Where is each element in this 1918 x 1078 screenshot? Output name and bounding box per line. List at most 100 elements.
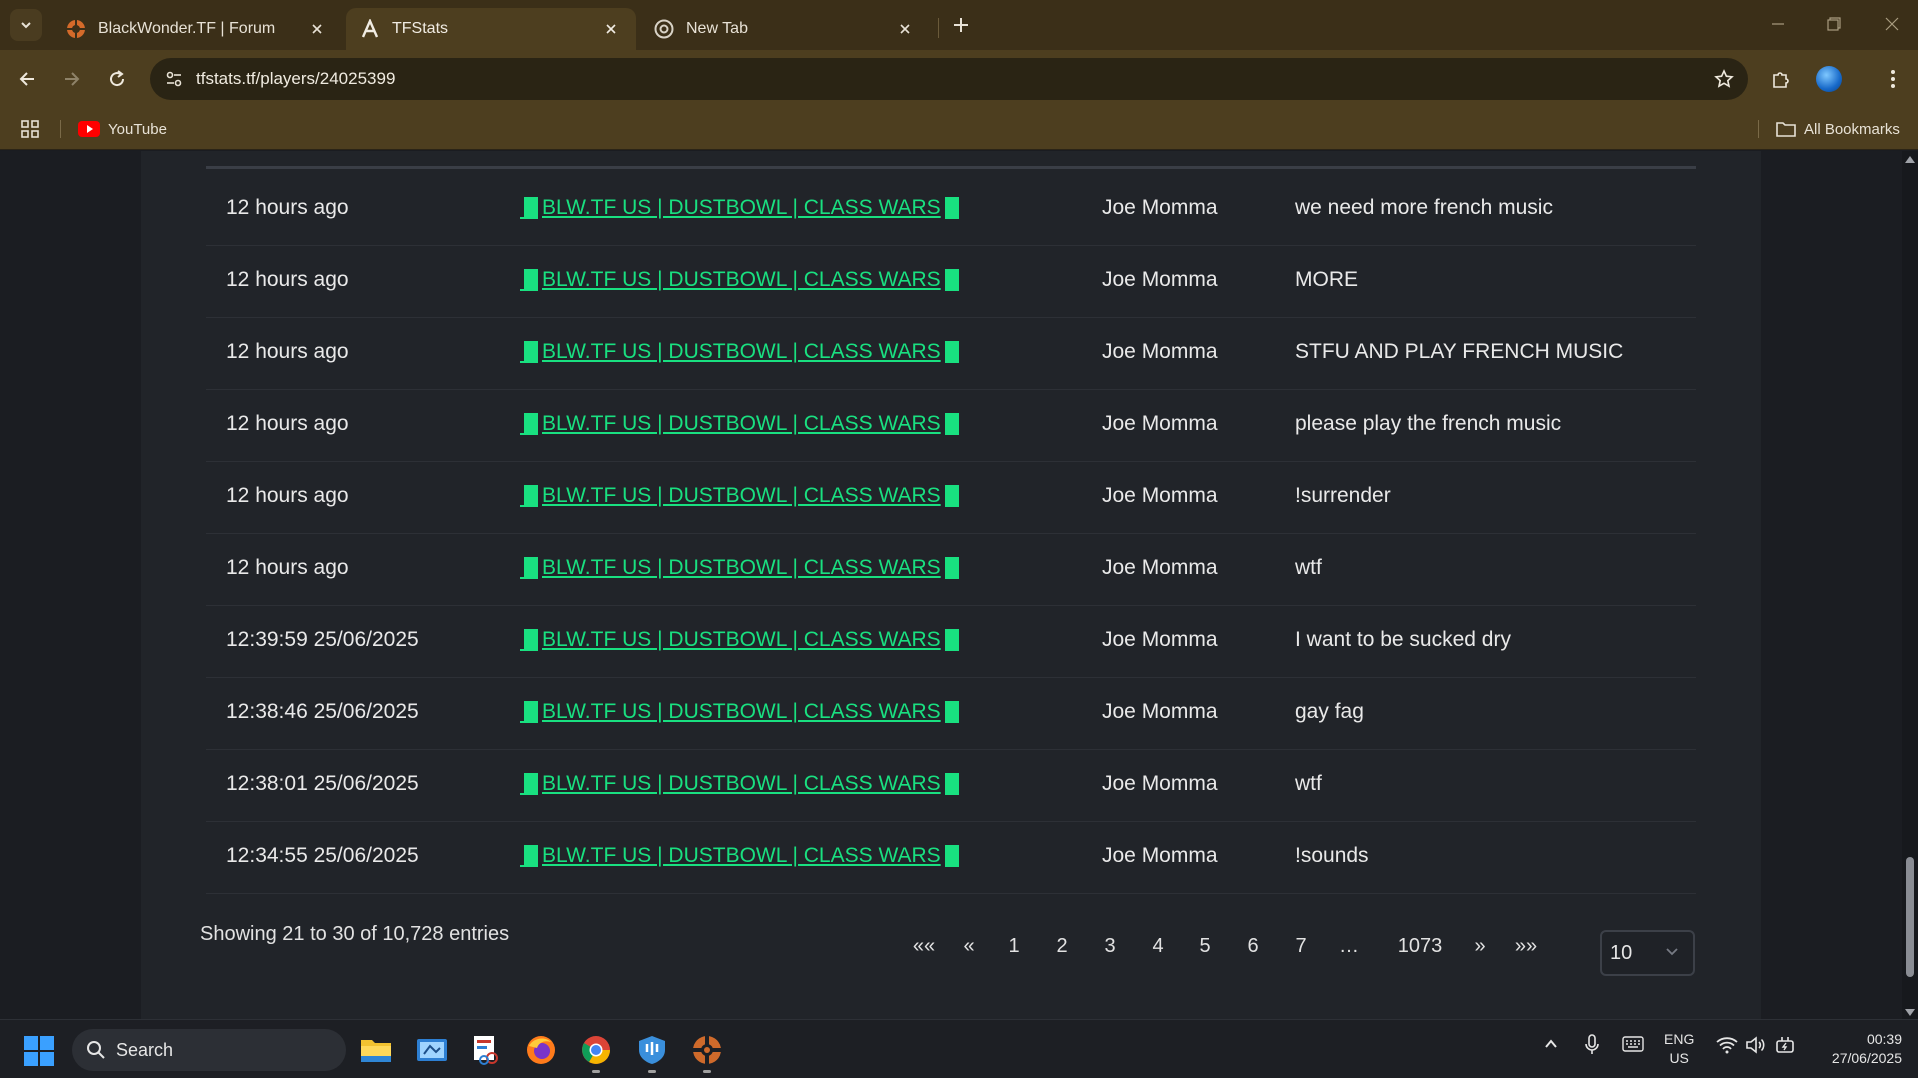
server-link[interactable]: BLW.TF US | DUSTBOWL | CLASS WARS — [520, 844, 959, 868]
server-prefix-block — [524, 557, 538, 579]
server-link[interactable]: BLW.TF US | DUSTBOWL | CLASS WARS — [520, 556, 959, 580]
page-button-4[interactable]: 4 — [1140, 929, 1176, 963]
snipping-tool-icon[interactable] — [466, 1030, 506, 1070]
tab-tfstats[interactable]: TFStats — [346, 8, 636, 50]
puzzle-icon — [1773, 72, 1789, 88]
first-page-button[interactable]: «« — [904, 929, 944, 963]
page-scrollbar[interactable] — [1902, 151, 1918, 1019]
player-name[interactable]: Joe Momma — [1102, 556, 1218, 580]
lang-code: ENG — [1664, 1031, 1695, 1047]
address-bar[interactable]: tfstats.tf/players/24025399 — [150, 58, 1748, 100]
new-tab-button[interactable] — [946, 10, 976, 40]
next-page-button[interactable]: » — [1465, 929, 1495, 963]
profile-button[interactable] — [1812, 62, 1846, 96]
chat-message: gay fag — [1295, 700, 1364, 723]
server-name: BLW.TF US | DUSTBOWL | CLASS WARS — [542, 268, 941, 291]
player-name[interactable]: Joe Momma — [1102, 412, 1218, 436]
wifi-icon[interactable] — [1716, 1036, 1738, 1054]
chat-message: !surrender — [1295, 484, 1391, 507]
file-explorer-icon[interactable] — [356, 1030, 396, 1070]
page-button-6[interactable]: 6 — [1235, 929, 1271, 963]
player-name[interactable]: Joe Momma — [1102, 484, 1218, 508]
close-tab-icon[interactable] — [600, 18, 622, 40]
player-name[interactable]: Joe Momma — [1102, 268, 1218, 292]
input-language-indicator[interactable]: ENG US — [1664, 1030, 1694, 1068]
chrome-taskbar-icon[interactable] — [576, 1030, 616, 1073]
close-tab-icon[interactable] — [894, 18, 916, 40]
page-button-5[interactable]: 5 — [1187, 929, 1223, 963]
tab-blackwonder-forum[interactable]: BlackWonder.TF | Forum — [52, 8, 342, 50]
per-page-select[interactable]: 10 — [1600, 930, 1695, 976]
server-prefix-block — [524, 845, 538, 867]
tab-new-tab[interactable]: New Tab — [640, 8, 930, 50]
page-button-3[interactable]: 3 — [1092, 929, 1128, 963]
player-name[interactable]: Joe Momma — [1102, 340, 1218, 364]
player-name[interactable]: Joe Momma — [1102, 628, 1218, 652]
server-name: BLW.TF US | DUSTBOWL | CLASS WARS — [542, 340, 941, 363]
row-timestamp: 12:34:55 25/06/2025 — [226, 844, 419, 867]
url-text: tfstats.tf/players/24025399 — [196, 69, 396, 88]
tab-title: New Tab — [686, 20, 748, 37]
page-button-7[interactable]: 7 — [1283, 929, 1319, 963]
forward-button[interactable] — [55, 62, 89, 96]
scrollbar-thumb[interactable] — [1906, 857, 1914, 977]
last-page-button[interactable]: »» — [1506, 929, 1546, 963]
player-name[interactable]: Joe Momma — [1102, 196, 1218, 220]
control-panel-icon[interactable] — [412, 1030, 452, 1070]
apps-button[interactable] — [20, 116, 40, 142]
windows-start-icon[interactable] — [24, 1036, 54, 1066]
show-hidden-icons-button[interactable] — [1543, 1036, 1559, 1052]
close-tab-icon[interactable] — [306, 18, 328, 40]
minimize-button[interactable] — [1758, 10, 1798, 38]
bookmark-label: All Bookmarks — [1804, 120, 1900, 138]
server-name: BLW.TF US | DUSTBOWL | CLASS WARS — [542, 556, 941, 579]
bookmark-youtube[interactable]: YouTube — [78, 116, 167, 142]
youtube-icon — [78, 121, 100, 137]
server-suffix-block — [944, 269, 959, 291]
page-button-2[interactable]: 2 — [1044, 929, 1080, 963]
site-info-icon[interactable] — [162, 67, 186, 91]
system-clock[interactable]: 00:39 27/06/2025 — [1810, 1030, 1902, 1068]
reload-button[interactable] — [100, 62, 134, 96]
server-link[interactable]: BLW.TF US | DUSTBOWL | CLASS WARS — [520, 700, 959, 724]
prev-page-button[interactable]: « — [954, 929, 984, 963]
microphone-icon[interactable] — [1584, 1034, 1600, 1056]
page-button-last[interactable]: 1073 — [1387, 929, 1453, 963]
tf2-taskbar-icon[interactable] — [687, 1030, 727, 1073]
server-prefix-block — [524, 773, 538, 795]
server-prefix-block — [524, 701, 538, 723]
browser-menu-button[interactable] — [1876, 62, 1910, 96]
taskbar-search[interactable]: Search — [72, 1029, 346, 1071]
server-link[interactable]: BLW.TF US | DUSTBOWL | CLASS WARS — [520, 268, 959, 292]
firefox-icon[interactable] — [521, 1030, 561, 1070]
close-window-button[interactable] — [1872, 10, 1912, 38]
search-icon — [87, 1041, 105, 1059]
all-bookmarks-button[interactable]: All Bookmarks — [1776, 116, 1900, 142]
tab-search-button[interactable] — [10, 9, 42, 41]
scroll-down-arrow-icon[interactable] — [1905, 1009, 1915, 1017]
extensions-button[interactable] — [1764, 62, 1798, 96]
vpn-shield-icon[interactable] — [632, 1030, 672, 1073]
restore-button[interactable] — [1814, 10, 1854, 38]
battery-charging-icon[interactable] — [1776, 1036, 1796, 1054]
volume-icon[interactable] — [1746, 1036, 1766, 1054]
server-link[interactable]: BLW.TF US | DUSTBOWL | CLASS WARS — [520, 412, 959, 436]
player-name[interactable]: Joe Momma — [1102, 700, 1218, 724]
running-indicator — [703, 1070, 711, 1073]
server-link[interactable]: BLW.TF US | DUSTBOWL | CLASS WARS — [520, 340, 959, 364]
server-link[interactable]: BLW.TF US | DUSTBOWL | CLASS WARS — [520, 628, 959, 652]
player-name[interactable]: Joe Momma — [1102, 844, 1218, 868]
server-link[interactable]: BLW.TF US | DUSTBOWL | CLASS WARS — [520, 196, 959, 220]
tf2-logo-icon — [66, 19, 86, 39]
player-name[interactable]: Joe Momma — [1102, 772, 1218, 796]
pagination-ellipsis: … — [1339, 934, 1359, 957]
keyboard-icon[interactable] — [1622, 1036, 1644, 1052]
page-button-1[interactable]: 1 — [996, 929, 1032, 963]
server-link[interactable]: BLW.TF US | DUSTBOWL | CLASS WARS — [520, 484, 959, 508]
bookmark-star-icon[interactable] — [1712, 67, 1736, 91]
back-button[interactable] — [10, 62, 44, 96]
chat-message: please play the french music — [1295, 412, 1562, 435]
server-link[interactable]: BLW.TF US | DUSTBOWL | CLASS WARS — [520, 772, 959, 796]
scroll-up-arrow-icon[interactable] — [1905, 155, 1915, 163]
table-row: 12:34:55 25/06/2025 BLW.TF US | DUSTBOWL … — [206, 822, 1696, 894]
